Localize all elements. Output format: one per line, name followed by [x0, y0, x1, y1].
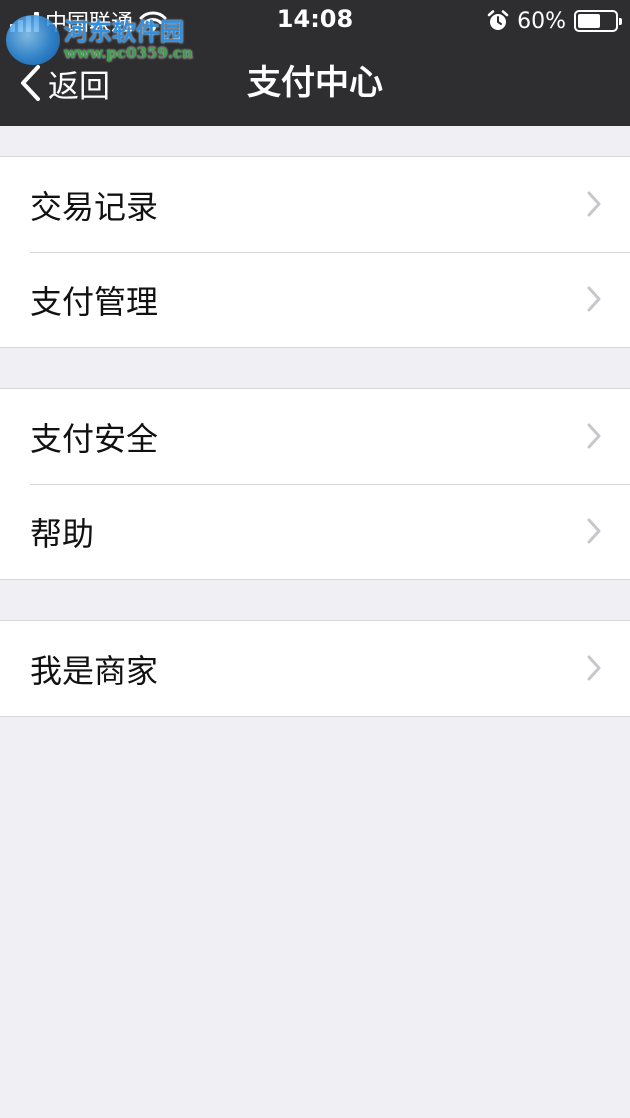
navigation-bar: 中国联通 14:08 60% 河东软件园 www.pc0359.cn 返回 支付… [0, 0, 630, 126]
menu-item-merchant[interactable]: 我是商家 [0, 621, 630, 716]
status-right: 60% [487, 6, 622, 36]
menu-group-1: 交易记录 支付管理 [0, 156, 630, 348]
menu-item-payment-management[interactable]: 支付管理 [0, 252, 630, 347]
watermark-url: www.pc0359.cn [64, 43, 194, 62]
menu-item-transaction-records[interactable]: 交易记录 [0, 157, 630, 252]
menu-group-2: 支付安全 帮助 [0, 388, 630, 580]
status-bar: 中国联通 14:08 60% [0, 0, 630, 40]
alarm-icon [487, 10, 509, 30]
menu-item-label: 我是商家 [30, 651, 159, 690]
chevron-right-icon [587, 655, 601, 681]
menu-item-label: 交易记录 [30, 187, 159, 226]
menu-item-label: 支付管理 [30, 282, 159, 321]
menu-item-payment-security[interactable]: 支付安全 [0, 389, 630, 484]
battery-level [578, 14, 600, 28]
menu-item-label: 帮助 [30, 514, 95, 553]
battery-icon [574, 10, 622, 32]
menu-item-help[interactable]: 帮助 [0, 484, 630, 579]
menu-group-3: 我是商家 [0, 620, 630, 717]
battery-percent: 60% [517, 8, 566, 34]
menu-item-label: 支付安全 [30, 419, 159, 458]
chevron-right-icon [587, 518, 601, 544]
chevron-right-icon [587, 286, 601, 312]
chevron-right-icon [587, 191, 601, 217]
page-title: 支付中心 [247, 63, 383, 103]
chevron-right-icon [587, 423, 601, 449]
